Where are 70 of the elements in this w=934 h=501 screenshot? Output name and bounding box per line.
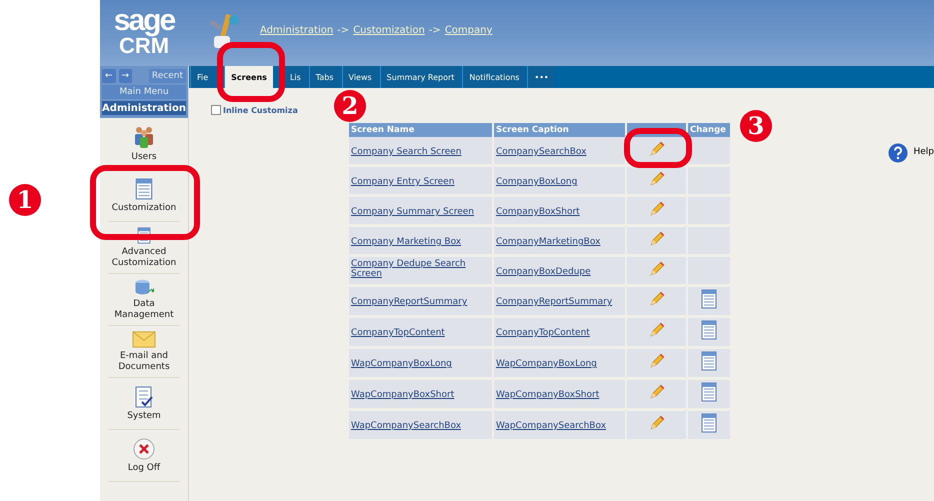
people-icon [133,125,155,149]
help-link[interactable]: Help [913,147,934,157]
screen-caption-link[interactable]: CompanyTopContent [496,328,590,338]
breadcrumb-separator: -> [428,25,441,36]
screen-caption-link[interactable]: CompanyBoxDedupe [496,267,591,277]
document-icon[interactable] [134,178,154,200]
breadcrumb-separator: -> [337,25,350,36]
sidebar-item[interactable]: E-mail and Documents [108,326,180,378]
screen-name-link[interactable]: Company Dedupe Search Screen [351,259,490,279]
back-button[interactable]: ← [102,69,116,83]
pencil-icon[interactable] [648,200,664,216]
column-header: Change [688,123,732,137]
pencil-icon[interactable] [648,170,664,186]
screen-name-link[interactable]: Company Entry Screen [351,177,454,187]
screen-name-link[interactable]: WapCompanyBoxLong [351,359,452,369]
spreadsheet-icon[interactable] [700,320,718,340]
screen-name-link[interactable]: CompanyTopContent [351,328,445,338]
tab[interactable]: Notifications [462,66,526,88]
step-number: 1 [9,184,41,216]
screen-caption-link[interactable]: CompanySearchBox [496,147,586,157]
screen-caption-link[interactable]: CompanyReportSummary [496,297,612,307]
screen-name-link[interactable]: WapCompanyBoxShort [351,390,454,400]
tab[interactable]: ••• [527,66,555,88]
sidebar-item[interactable]: System [108,378,180,430]
sidebar-item[interactable]: Customization [108,170,180,222]
screen-name-link[interactable]: WapCompanySearchBox [351,421,462,431]
pencil-icon[interactable] [648,322,664,338]
pencil-icon[interactable] [648,260,664,276]
spreadsheet-icon[interactable] [700,382,718,402]
highlight-ring [624,128,692,168]
tab[interactable]: Summary Report [380,66,460,88]
pencil-icon[interactable] [648,384,664,400]
screen-caption-link[interactable]: WapCompanyBoxShort [496,390,600,400]
tab[interactable]: Views [342,66,378,88]
spreadsheet-icon[interactable] [700,413,718,433]
tab[interactable]: Tabs [308,66,340,88]
sidebar-item[interactable]: Advanced Customization [108,222,180,274]
pencil-icon[interactable] [648,415,664,431]
screen-caption-link[interactable]: WapCompanyBoxLong [496,359,597,369]
forward-button[interactable]: → [118,69,132,83]
screen-name-link[interactable]: Company Search Screen [351,147,462,157]
sidebar-item[interactable]: Users [108,118,180,170]
section-button[interactable]: Administration [102,101,186,115]
screen-caption-link[interactable]: CompanyMarketingBox [496,237,600,247]
envelope-icon [130,331,158,348]
screen-name-link[interactable]: Company Marketing Box [351,237,462,247]
checklist-icon [134,386,154,408]
column-header: Screen Caption [494,123,627,137]
screen-name-link[interactable]: Company Summary Screen [351,207,474,217]
close-icon [133,438,155,460]
pencil-icon[interactable] [648,353,664,369]
screen-caption-link[interactable]: CompanyBoxShort [496,207,580,217]
pencil-icon[interactable] [648,230,664,246]
pencil-icon[interactable] [648,140,664,156]
checkbox[interactable] [211,105,221,115]
tab[interactable]: Screens [224,66,273,88]
logo: sage CRM [112,3,176,60]
spreadsheet-icon[interactable] [700,351,718,371]
highlight-ring [217,42,285,102]
sidebar-item[interactable]: Data Management [108,274,180,326]
sidebar-item[interactable]: Log Off [108,430,180,482]
screen-name-link[interactable]: CompanyReportSummary [351,297,468,307]
pencil-icon[interactable] [648,291,664,307]
spreadsheet-icon[interactable] [700,289,718,309]
column-header: Screen Name [349,123,494,137]
screen-caption-link[interactable]: CompanyBoxLong [496,177,578,187]
tab[interactable]: Fie [190,66,214,88]
screen-caption-link[interactable]: WapCompanySearchBox [496,421,606,431]
help-icon[interactable] [888,143,908,163]
checkbox-label: Inline Customiza [223,106,298,114]
